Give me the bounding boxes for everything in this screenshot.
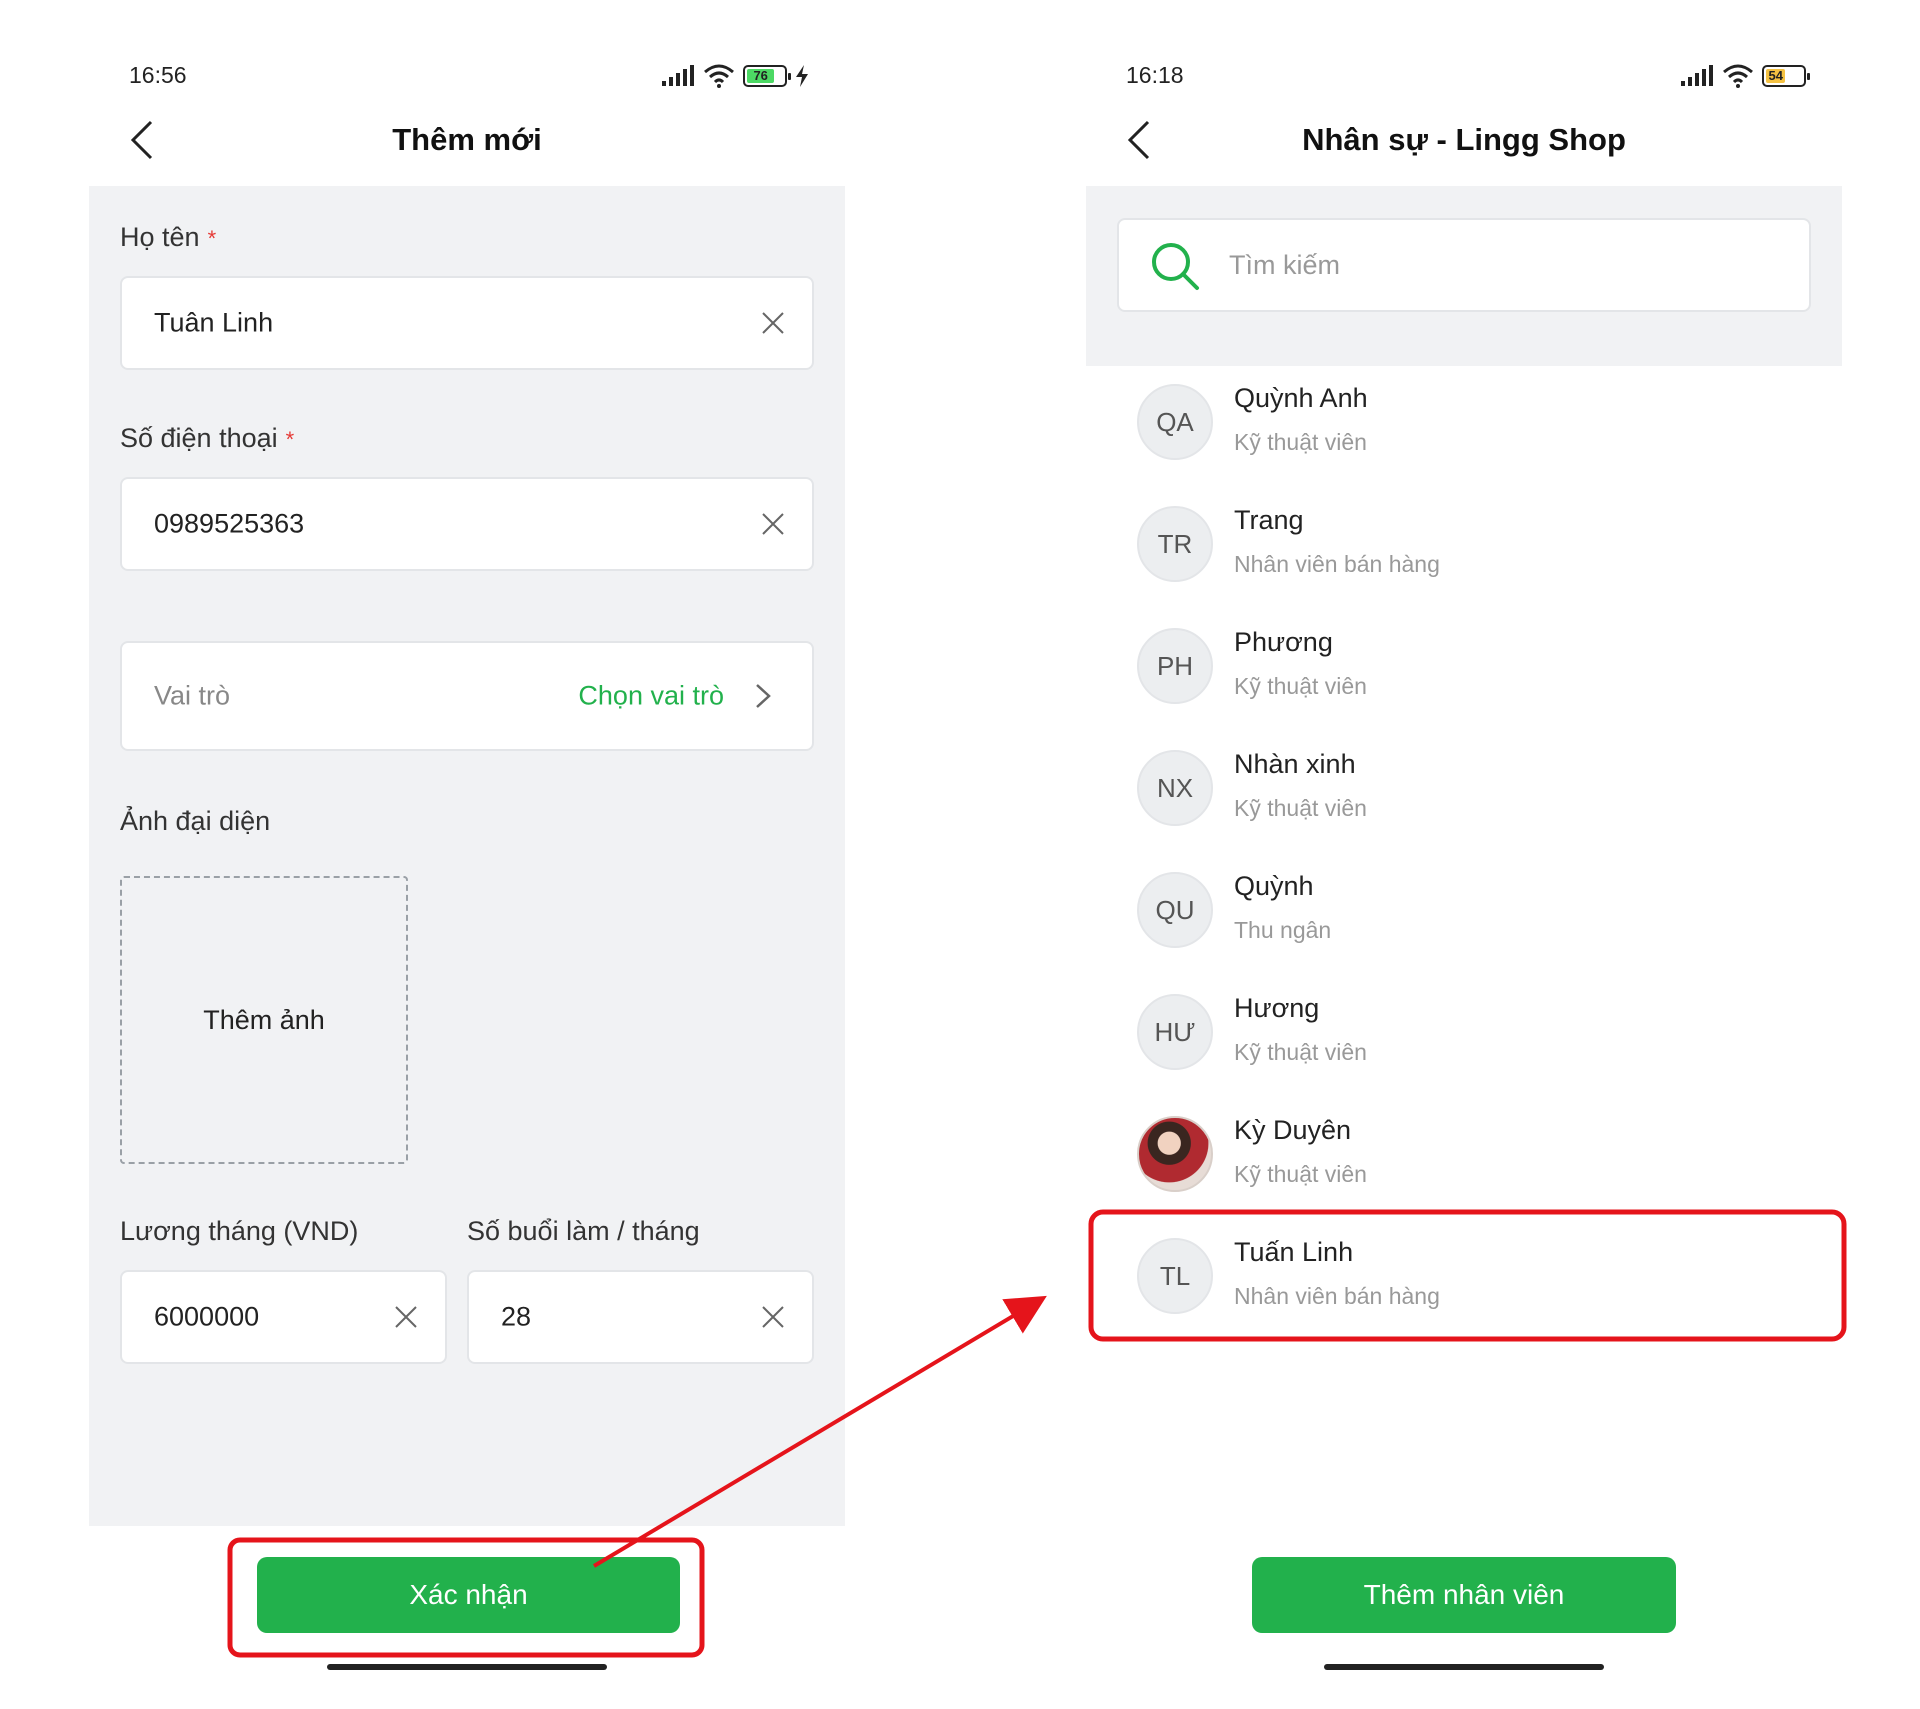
status-time: 16:56 (129, 62, 187, 88)
battery-level: 76 (747, 69, 775, 83)
confirm-button[interactable]: Xác nhận (257, 1557, 680, 1633)
avatar-photo (1137, 1116, 1213, 1192)
sessions-field[interactable]: 28 (467, 1270, 814, 1364)
avatar: NX (1137, 750, 1213, 826)
battery-level: 54 (1766, 69, 1786, 83)
nav-bar: Thêm mới (89, 108, 845, 174)
signal-icon (1681, 65, 1713, 86)
search-input[interactable] (1229, 242, 1789, 288)
list-item[interactable]: Kỳ Duyên Kỹ thuật viên (1086, 1098, 1842, 1220)
wifi-icon (704, 64, 734, 88)
status-icons: 54 (1680, 64, 1810, 88)
home-indicator (1324, 1664, 1604, 1670)
avatar: TL (1137, 1238, 1213, 1314)
list-item[interactable]: QA Quỳnh Anh Kỹ thuật viên (1086, 366, 1842, 488)
status-bar: 16:18 54 (1086, 62, 1842, 96)
signal-icon (662, 65, 694, 86)
staff-name: Quỳnh Anh (1234, 383, 1368, 413)
status-bar: 16:56 76 (89, 62, 845, 96)
name-label: Họ tên * (120, 222, 216, 253)
staff-role: Kỹ thuật viên (1234, 429, 1367, 455)
avatar: TR (1137, 506, 1213, 582)
page-title: Nhân sự - Lingg Shop (1302, 122, 1626, 157)
avatar-label: Ảnh đại diện (120, 806, 271, 836)
sessions-label: Số buổi làm / tháng (467, 1216, 700, 1246)
list-item[interactable]: NX Nhàn xinh Kỹ thuật viên (1086, 732, 1842, 854)
staff-role: Kỹ thuật viên (1234, 673, 1367, 699)
avatar: PH (1137, 628, 1213, 704)
search-box[interactable] (1117, 218, 1811, 312)
add-staff-screen: 16:56 76 Thêm mới Họ tên * Tuân Linh Số … (89, 0, 845, 1709)
name-value: Tuân Linh (154, 307, 274, 338)
phone-field[interactable]: 0989525363 (120, 477, 814, 571)
salary-field[interactable]: 6000000 (120, 1270, 447, 1364)
sessions-value: 28 (501, 1301, 532, 1332)
clear-icon[interactable] (758, 308, 788, 338)
staff-role: Nhân viên bán hàng (1234, 1283, 1440, 1309)
clear-icon[interactable] (391, 1302, 421, 1332)
required-mark: * (207, 226, 217, 251)
salary-label: Lương tháng (VND) (120, 1216, 359, 1246)
required-mark: * (285, 427, 295, 452)
avatar: QA (1137, 384, 1213, 460)
staff-role: Kỹ thuật viên (1234, 795, 1367, 821)
name-field[interactable]: Tuân Linh (120, 276, 814, 370)
staff-name: Nhàn xinh (1234, 749, 1356, 779)
chevron-right-icon (756, 684, 771, 708)
charging-icon (796, 65, 808, 87)
salary-value: 6000000 (154, 1301, 260, 1332)
add-staff-button[interactable]: Thêm nhân viên (1252, 1557, 1676, 1633)
phone-label-text: Số điện thoại (120, 423, 278, 453)
search-section (1086, 186, 1842, 366)
list-item[interactable]: HƯ Hương Kỹ thuật viên (1086, 976, 1842, 1098)
add-staff-form: Họ tên * Tuân Linh Số điện thoại * 0989525… (89, 186, 845, 1526)
staff-name: Phương (1234, 627, 1333, 657)
list-item[interactable]: TR Trang Nhân viên bán hàng (1086, 488, 1842, 610)
battery-icon: 54 (1762, 65, 1810, 87)
avatar: QU (1137, 872, 1213, 948)
avatar: HƯ (1137, 994, 1213, 1070)
status-time: 16:18 (1126, 62, 1184, 88)
phone-label: Số điện thoại * (120, 423, 294, 454)
nav-bar: Nhân sự - Lingg Shop (1086, 108, 1842, 174)
status-icons: 76 (661, 64, 809, 88)
home-indicator (327, 1664, 607, 1670)
add-photo-button[interactable]: Thêm ảnh (120, 876, 408, 1164)
staff-role: Kỹ thuật viên (1234, 1161, 1367, 1187)
clear-icon[interactable] (758, 509, 788, 539)
staff-name: Kỳ Duyên (1234, 1115, 1352, 1145)
staff-role: Thu ngân (1234, 917, 1332, 943)
page-title: Thêm mới (392, 122, 542, 157)
staff-name: Quỳnh (1234, 871, 1314, 901)
role-selector[interactable]: Vai trò Chọn vai trò (120, 641, 814, 751)
list-item[interactable]: QU Quỳnh Thu ngân (1086, 854, 1842, 976)
phone-value: 0989525363 (154, 508, 305, 539)
role-label: Vai trò (154, 680, 231, 711)
choose-role-link[interactable]: Chọn vai trò (578, 681, 724, 712)
clear-icon[interactable] (758, 1302, 788, 1332)
staff-role: Nhân viên bán hàng (1234, 551, 1440, 577)
staff-list-screen: 16:18 54 Nhân sự - Lingg Shop Tìm kiếm Q… (1086, 0, 1842, 1709)
staff-name: Hương (1234, 993, 1320, 1023)
staff-list: QA Quỳnh Anh Kỹ thuật viên TR Trang Nhân… (1086, 366, 1842, 1342)
staff-name: Trang (1234, 505, 1304, 535)
search-icon (1152, 243, 1199, 290)
staff-name: Tuấn Linh (1234, 1237, 1354, 1267)
list-item[interactable]: PH Phương Kỹ thuật viên (1086, 610, 1842, 732)
list-item[interactable]: TL Tuấn Linh Nhân viên bán hàng (1086, 1220, 1842, 1342)
name-label-text: Họ tên (120, 222, 200, 252)
wifi-icon (1723, 64, 1753, 88)
battery-icon: 76 (743, 65, 791, 87)
staff-role: Kỹ thuật viên (1234, 1039, 1367, 1065)
